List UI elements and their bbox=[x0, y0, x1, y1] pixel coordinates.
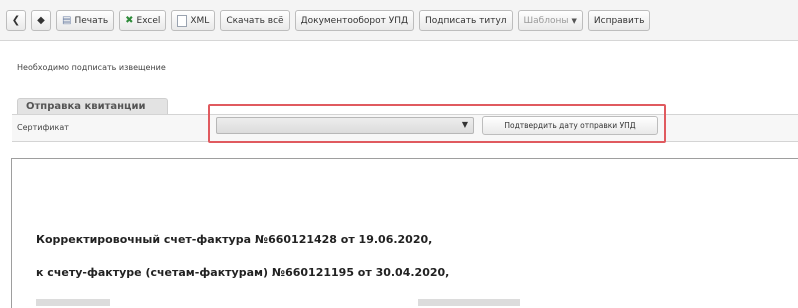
document-title-line: Корректировочный счет-фактура №660121428… bbox=[36, 233, 433, 246]
xml-label: XML bbox=[190, 15, 210, 26]
tag-icon: ◆ bbox=[37, 14, 45, 26]
xml-file-icon bbox=[177, 14, 188, 27]
back-button[interactable]: ❮ bbox=[6, 10, 26, 31]
workflow-button[interactable]: Документооборот УПД bbox=[294, 10, 415, 31]
print-label: Печать bbox=[74, 15, 109, 26]
excel-icon: ✖ bbox=[125, 14, 134, 26]
tag-button[interactable]: ◆ bbox=[31, 10, 51, 31]
caret-down-icon: ▼ bbox=[571, 16, 577, 25]
toolbar: ❮ ◆ ▤ Печать ✖ Excel XML Скачать всё Докум… bbox=[0, 0, 798, 41]
fix-button[interactable]: Исправить bbox=[587, 10, 651, 31]
chevron-left-icon: ❮ bbox=[11, 14, 21, 26]
templates-dropdown[interactable]: Шаблоны ▼ bbox=[517, 10, 583, 31]
printer-icon: ▤ bbox=[62, 14, 72, 26]
excel-button[interactable]: ✖ Excel bbox=[119, 10, 167, 31]
blurred-text-right bbox=[418, 299, 520, 306]
xml-button[interactable]: XML bbox=[171, 10, 216, 31]
print-button[interactable]: ▤ Печать bbox=[56, 10, 115, 31]
highlight-frame bbox=[208, 104, 666, 143]
workflow-label: Документооборот УПД bbox=[300, 15, 409, 26]
templates-label: Шаблоны bbox=[523, 15, 569, 26]
sign-title-button[interactable]: Подписать титул bbox=[419, 10, 513, 31]
certificate-label: Сертификат bbox=[17, 123, 69, 132]
document-reference-line: к счету-фактуре (счетам-фактурам) №66012… bbox=[36, 266, 450, 279]
download-all-button[interactable]: Скачать всё bbox=[220, 10, 290, 31]
download-all-label: Скачать всё bbox=[226, 15, 284, 26]
fix-label: Исправить bbox=[593, 15, 645, 26]
tab-send-receipt[interactable]: Отправка квитанции bbox=[17, 98, 168, 114]
excel-label: Excel bbox=[136, 15, 161, 26]
blurred-text-left bbox=[36, 299, 110, 306]
notice-text: Необходимо подписать извещение bbox=[17, 63, 166, 72]
sign-title-label: Подписать титул bbox=[425, 15, 507, 26]
toolbar-buttons: ❮ ◆ ▤ Печать ✖ Excel XML Скачать всё Докум… bbox=[6, 10, 651, 31]
